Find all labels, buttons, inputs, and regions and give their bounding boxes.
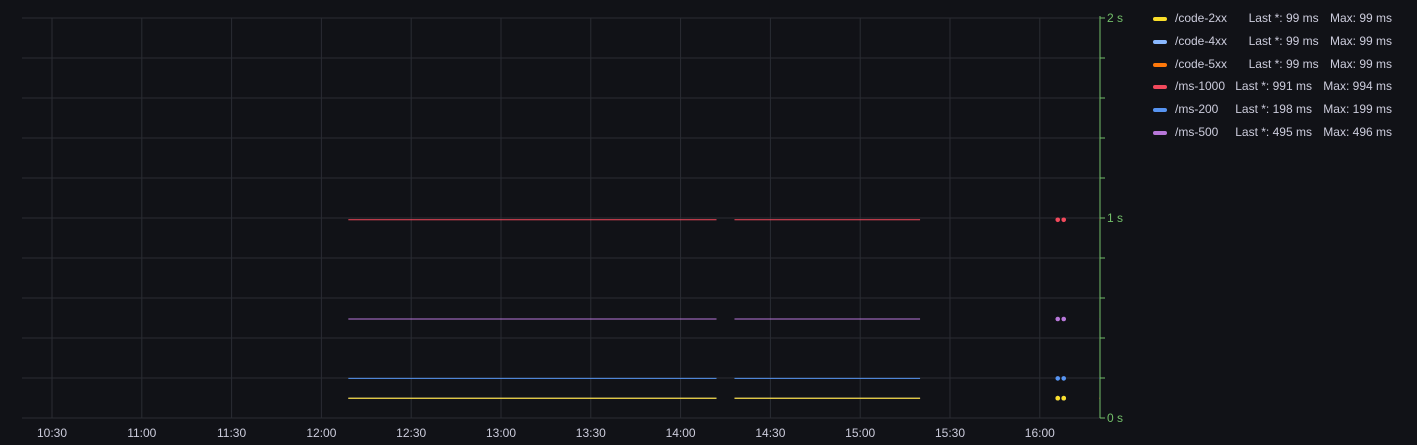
legend-last-label: Last *: xyxy=(1235,124,1273,139)
x-tick-label: 13:30 xyxy=(576,426,606,440)
series-code-2xx xyxy=(348,395,1100,401)
legend-stats: Last *: 99 ms Max: 99 ms xyxy=(1249,34,1392,48)
legend-item[interactable]: /ms-200 Last *: 198 ms Max: 199 ms xyxy=(1153,101,1409,124)
legend-series-name: /code-5xx xyxy=(1175,56,1228,71)
legend-item[interactable]: /ms-1000 Last *: 991 ms Max: 994 ms xyxy=(1153,78,1409,101)
legend-series-name: /ms-1000 xyxy=(1175,79,1226,94)
series-lines xyxy=(348,217,1100,401)
y-tick-label: 0 s xyxy=(1107,411,1123,425)
legend-last-label: Last *: xyxy=(1235,79,1273,94)
legend-stats: Last *: 495 ms Max: 496 ms xyxy=(1235,125,1392,139)
legend-last-value: 99 ms xyxy=(1285,33,1319,48)
chart-plot: 0 s 1 s 2 s 10:30 11:00 11:30 12:00 12:30 13:00… xyxy=(22,11,1123,440)
series-data-point xyxy=(1055,316,1061,322)
legend-series-name: /ms-500 xyxy=(1175,124,1219,139)
y-tick-label: 2 s xyxy=(1107,11,1123,25)
legend-series-name: /code-4xx xyxy=(1175,33,1228,48)
x-tick-label: 15:30 xyxy=(935,426,965,440)
y-tick-label: 1 s xyxy=(1107,211,1123,225)
legend-series-name: /code-2xx xyxy=(1175,11,1228,25)
x-tick-label: 16:00 xyxy=(1025,426,1055,440)
legend-color-swatch xyxy=(1153,17,1167,21)
legend-max-label: Max: xyxy=(1319,124,1353,139)
x-tick-label: 12:30 xyxy=(396,426,426,440)
legend-max-value: 99 ms xyxy=(1359,56,1392,71)
legend-max-label: Max: xyxy=(1319,79,1353,94)
grid-lines xyxy=(22,17,1100,419)
legend-max-label: Max: xyxy=(1326,56,1360,71)
legend-color-swatch xyxy=(1153,62,1167,67)
x-tick-label: 15:00 xyxy=(845,426,875,440)
x-tick-label: 11:00 xyxy=(127,426,156,440)
legend-item[interactable]: /ms-500 Last *: 495 ms Max: 496 ms xyxy=(1153,124,1409,147)
time-series-panel: 0 s 1 s 2 s 10:30 11:00 11:30 12:00 12:30 13:00… xyxy=(0,0,1417,445)
legend-max-value: 496 ms xyxy=(1352,124,1392,139)
series-data-point xyxy=(1061,395,1067,401)
x-tick-label: 12:00 xyxy=(306,426,336,440)
x-tick-label: 13:00 xyxy=(486,426,516,440)
legend-max-value: 99 ms xyxy=(1359,33,1392,48)
y-axis: 0 s 1 s 2 s xyxy=(1099,11,1123,425)
legend-color-swatch xyxy=(1153,39,1167,44)
x-tick-label: 11:30 xyxy=(217,426,246,440)
legend-stats: Last *: 991 ms Max: 994 ms xyxy=(1235,79,1392,93)
series-data-point xyxy=(1061,316,1067,322)
x-tick-label: 14:30 xyxy=(755,426,785,440)
legend-max-value: 99 ms xyxy=(1359,11,1392,25)
legend-max-value: 199 ms xyxy=(1352,102,1392,117)
legend-max-value: 994 ms xyxy=(1352,79,1392,94)
legend-series-name: /ms-200 xyxy=(1175,102,1219,117)
legend-last-value: 991 ms xyxy=(1272,79,1312,94)
series-ms-500 xyxy=(348,316,1100,322)
legend-last-value: 198 ms xyxy=(1272,102,1312,117)
legend-item[interactable]: /code-4xx Last *: 99 ms Max: 99 ms xyxy=(1153,33,1409,56)
legend-last-value: 99 ms xyxy=(1285,56,1319,71)
legend-last-value: 99 ms xyxy=(1285,11,1319,25)
legend-max-label: Max: xyxy=(1319,102,1353,117)
legend-item[interactable]: /code-2xx Last *: 99 ms Max: 99 ms xyxy=(1153,10,1409,33)
legend-color-swatch xyxy=(1153,130,1167,135)
series-data-point xyxy=(1061,376,1067,381)
series-data-point xyxy=(1061,217,1067,223)
legend: /code-2xx Last *: 99 ms Max: 99 ms/code-4… xyxy=(1153,10,1409,147)
x-tick-label: 10:30 xyxy=(37,426,67,440)
series-data-point xyxy=(1055,395,1061,401)
x-axis-ticks: 10:30 11:00 11:30 12:00 12:30 13:00 13:30 14:00… xyxy=(37,426,1055,440)
x-tick-label: 14:00 xyxy=(666,426,696,440)
legend-last-label: Last *: xyxy=(1248,33,1286,48)
series-data-point xyxy=(1055,217,1061,223)
legend-stats: Last *: 198 ms Max: 199 ms xyxy=(1235,102,1392,116)
legend-stats: Last *: 99 ms Max: 99 ms xyxy=(1249,11,1392,25)
legend-max-label: Max: xyxy=(1326,11,1360,25)
legend-last-label: Last *: xyxy=(1248,56,1286,71)
legend-color-swatch xyxy=(1153,108,1167,113)
legend-last-value: 495 ms xyxy=(1272,124,1312,139)
series-data-point xyxy=(1055,376,1061,381)
legend-max-label: Max: xyxy=(1326,33,1360,48)
legend-stats: Last *: 99 ms Max: 99 ms xyxy=(1249,57,1392,71)
legend-color-swatch xyxy=(1153,85,1167,90)
legend-last-label: Last *: xyxy=(1235,102,1273,117)
legend-item[interactable]: /code-5xx Last *: 99 ms Max: 99 ms xyxy=(1153,56,1409,79)
legend-last-label: Last *: xyxy=(1248,11,1286,25)
